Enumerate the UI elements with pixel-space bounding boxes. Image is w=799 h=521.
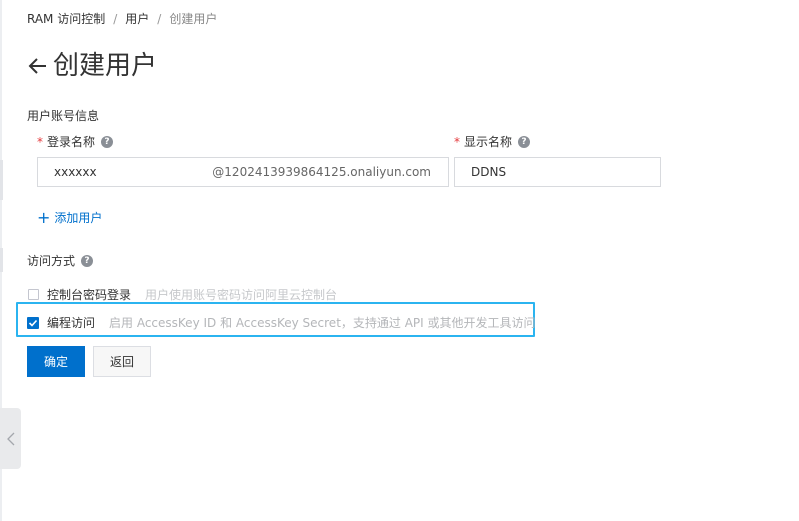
add-user-button[interactable]: + 添加用户 — [37, 209, 102, 226]
section-title-account-info: 用户账号信息 — [27, 109, 100, 123]
breadcrumb-item-users[interactable]: 用户 — [125, 11, 149, 27]
create-user-page: RAM 访问控制 / 用户 / 创建用户 创建用户 用户账号信息 * 登录名称 … — [0, 0, 799, 521]
programmatic-access-description: 启用 AccessKey ID 和 AccessKey Secret，支持通过 … — [109, 316, 536, 330]
display-name-label: * 显示名称 ? — [454, 134, 531, 150]
option-programmatic-access: 编程访问 启用 AccessKey ID 和 AccessKey Secret，… — [27, 314, 536, 331]
access-method-label: 访问方式 ? — [27, 253, 94, 269]
breadcrumb-separator: / — [157, 12, 162, 26]
help-icon[interactable]: ? — [81, 255, 94, 267]
back-button[interactable]: 返回 — [93, 346, 151, 377]
login-name-input[interactable]: xxxxxx @1202413939864125.onaliyun.com — [37, 157, 449, 187]
sidebar-collapse-toggle[interactable] — [0, 408, 21, 469]
page-title: 创建用户 — [53, 51, 158, 81]
display-name-value: DDNS — [471, 165, 507, 179]
left-edge-marker — [0, 160, 3, 200]
programmatic-access-label[interactable]: 编程访问 — [47, 314, 95, 331]
login-name-value: xxxxxx — [54, 165, 97, 179]
display-name-label-text: 显示名称 — [464, 135, 513, 149]
checkmark-icon — [28, 319, 38, 327]
console-login-description: 用户使用账号密码访问阿里云控制台 — [145, 288, 338, 302]
plus-icon: + — [37, 207, 51, 227]
access-method-title: 访问方式 — [27, 254, 76, 268]
required-marker: * — [454, 135, 460, 149]
login-name-label-text: 登录名称 — [47, 135, 96, 149]
add-user-label: 添加用户 — [54, 211, 103, 225]
required-marker: * — [37, 135, 43, 149]
console-login-label[interactable]: 控制台密码登录 — [47, 286, 131, 303]
display-name-input[interactable]: DDNS — [454, 157, 661, 187]
option-console-login: 控制台密码登录 用户使用账号密码访问阿里云控制台 — [28, 286, 337, 303]
arrow-left-icon[interactable] — [27, 55, 49, 77]
confirm-button[interactable]: 确定 — [27, 346, 85, 377]
console-login-checkbox[interactable] — [28, 289, 39, 300]
login-name-domain-suffix: @1202413939864125.onaliyun.com — [212, 165, 431, 179]
help-icon[interactable]: ? — [518, 136, 531, 148]
left-edge-marker — [0, 248, 3, 272]
programmatic-access-checkbox[interactable] — [27, 316, 39, 329]
help-icon[interactable]: ? — [101, 136, 114, 148]
breadcrumb: RAM 访问控制 / 用户 / 创建用户 — [27, 11, 217, 27]
breadcrumb-item-ram[interactable]: RAM 访问控制 — [27, 11, 105, 27]
breadcrumb-item-create-user: 创建用户 — [169, 12, 218, 26]
page-header: 创建用户 — [27, 50, 157, 82]
login-name-label: * 登录名称 ? — [37, 134, 114, 150]
breadcrumb-separator: / — [113, 12, 118, 26]
chevron-left-icon — [6, 432, 14, 445]
